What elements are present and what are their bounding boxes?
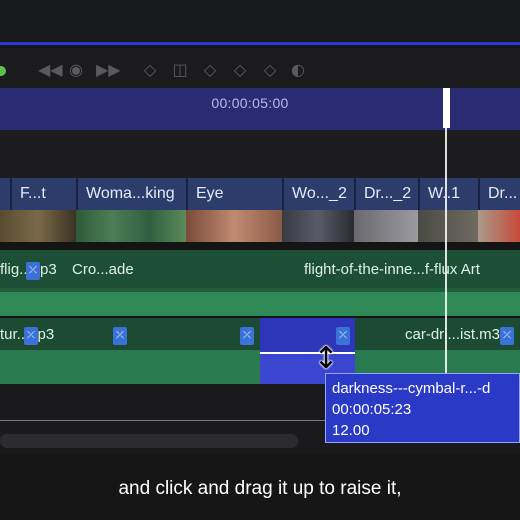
fast-forward-icon[interactable]: ▶▶ (96, 60, 121, 80)
audio-marker-icon[interactable]: ⤫ (26, 262, 40, 280)
empty-track (0, 130, 520, 180)
thumbnail (478, 210, 520, 242)
keyframe-icon[interactable]: ◇ (140, 60, 160, 80)
audio-marker-icon[interactable]: ⤫ (113, 327, 127, 345)
audio-marker-icon[interactable]: ⤫ (500, 327, 514, 345)
audio-clip-label: Cro...ade (72, 261, 134, 278)
subtitle-caption: and click and drag it up to raise it, (118, 478, 402, 499)
video-clip-title[interactable]: Woma...king (76, 178, 186, 210)
tooltip-clip-name: darkness---cymbal-r...-d (332, 380, 491, 397)
playhead-handle[interactable] (443, 88, 450, 128)
toggle-icon[interactable]: ◐ (288, 60, 308, 80)
thumbnail (282, 210, 354, 242)
horizontal-scrollbar[interactable] (0, 434, 298, 448)
video-clip-title[interactable]: W..1 (418, 178, 478, 210)
audio-clip-label: flight-of-the-inne...f-flux Art (304, 261, 480, 278)
rewind-icon[interactable]: ◀◀ (38, 60, 63, 80)
thumbnail (354, 210, 418, 242)
audio-waveform (0, 292, 520, 316)
tooltip-value: 12.00 (332, 422, 370, 439)
thumbnail (418, 210, 478, 242)
record-icon[interactable]: ◉ (66, 60, 86, 80)
volume-tooltip: darkness---cymbal-r...-d 00:00:05:23 12.… (325, 373, 520, 443)
audio-marker-icon[interactable]: ⤫ (24, 327, 38, 345)
video-clip-title[interactable]: Wo..._2 (282, 178, 354, 210)
keyframe-icon[interactable]: ◇ (200, 60, 220, 80)
audio-clip-label: car-dri...ist.m3 (405, 326, 501, 343)
keyframe-icon[interactable]: ◇ (260, 60, 280, 80)
video-clip-title[interactable]: Dr..._2 (354, 178, 418, 210)
video-clip-title[interactable]: Dr... (478, 178, 520, 210)
tooltip-timecode: 00:00:05:23 (332, 401, 412, 418)
resize-cursor-icon: ↕ (313, 341, 339, 376)
ruler-timecode: 00:00:05:00 (211, 95, 289, 111)
thumbnail (186, 210, 282, 242)
keyframe-icon[interactable]: ◇ (230, 60, 250, 80)
video-clip-title[interactable]: Eye (186, 178, 282, 210)
top-panel (0, 0, 520, 46)
audio-marker-icon[interactable]: ⤫ (240, 327, 254, 345)
accent-line (0, 42, 520, 45)
thumbnail (76, 210, 186, 242)
clip-icon[interactable]: ◫ (170, 60, 190, 80)
video-clip-title[interactable]: F...t (10, 178, 76, 210)
thumbnail (0, 210, 76, 242)
divider (0, 420, 325, 421)
